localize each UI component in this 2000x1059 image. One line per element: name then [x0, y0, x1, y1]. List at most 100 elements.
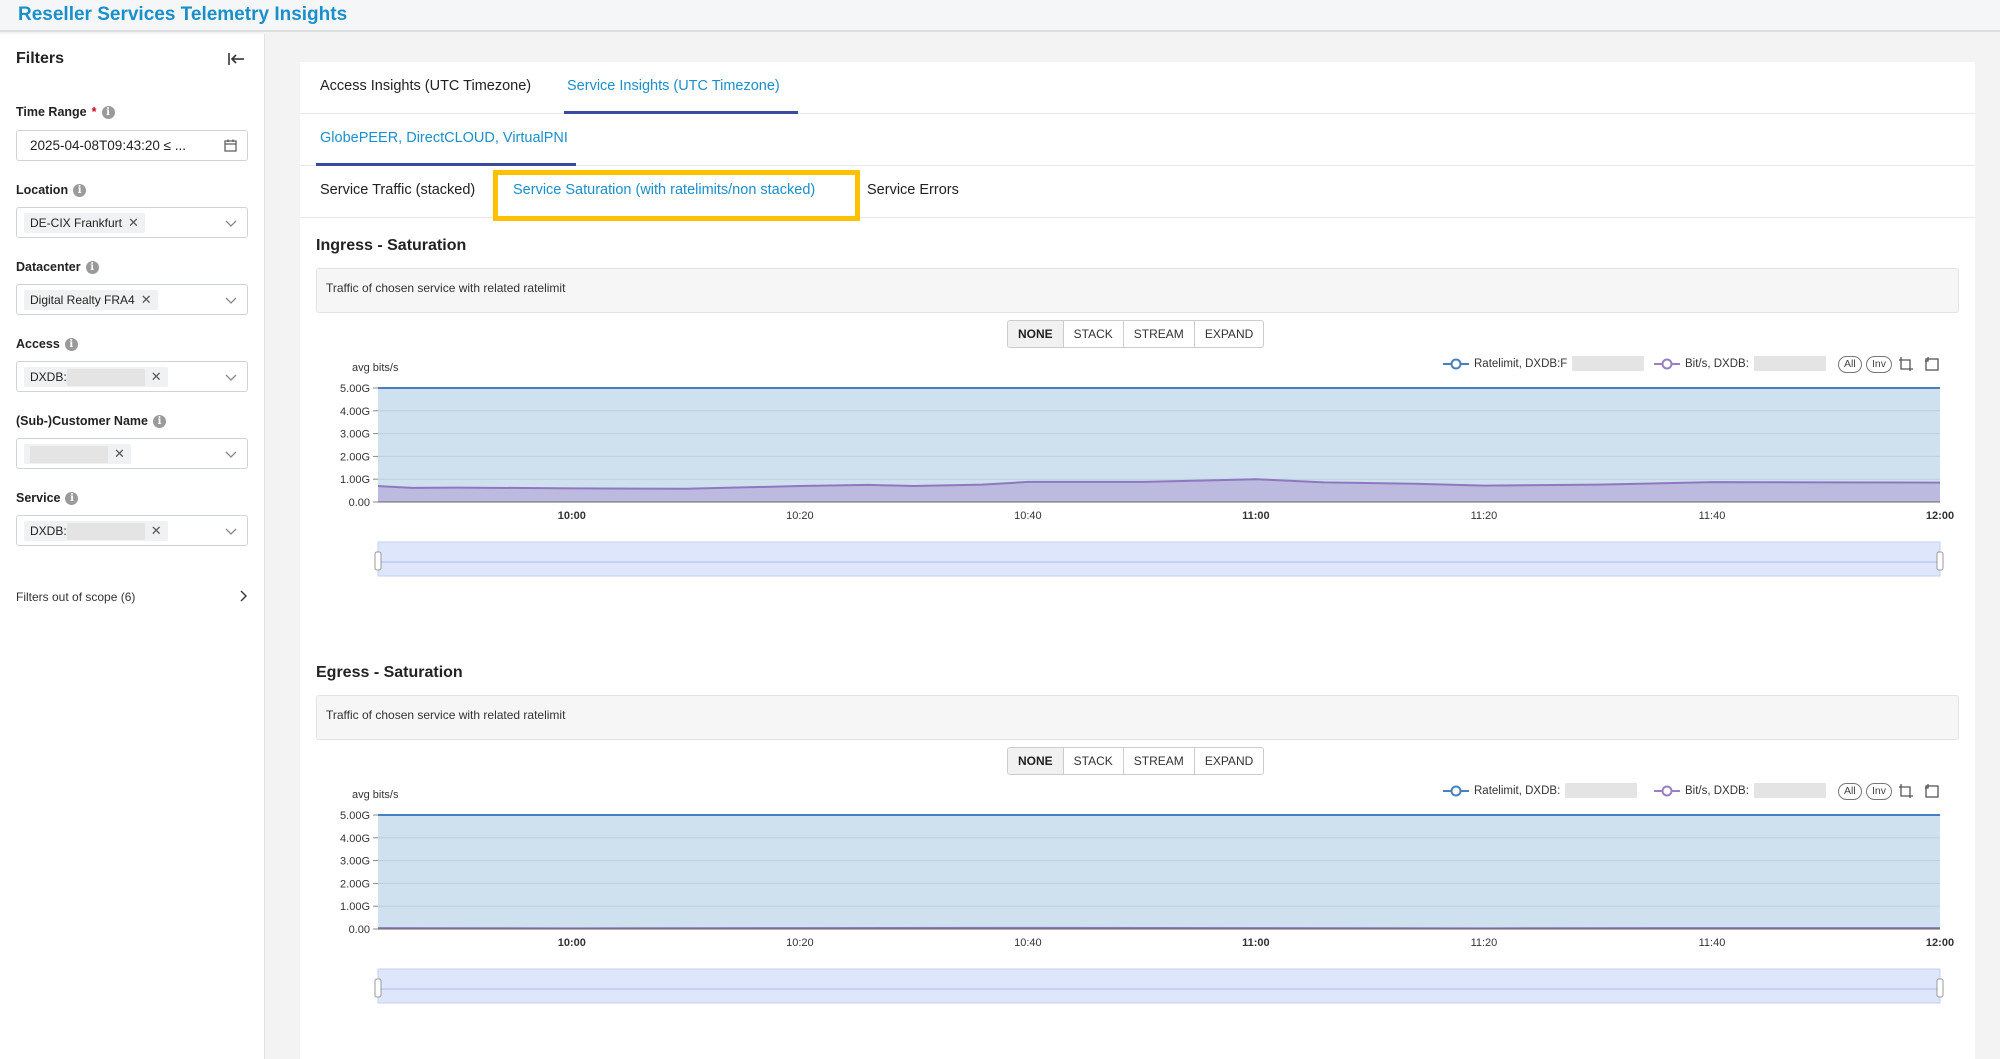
info-icon[interactable]: i [73, 183, 87, 197]
chevron-down-icon [225, 220, 237, 227]
service-label: Service i [16, 491, 79, 505]
tab-globepeer[interactable]: GlobePEER, DirectCLOUD, VirtualPNI [320, 130, 568, 146]
ingress-chart: avg bits/s 5.00G 4.00G 3.00G 2.00G 1.00G 0.00 1… [340, 362, 1954, 577]
access-label: Access i [16, 337, 78, 351]
x-tick-label: 10:20 [786, 510, 814, 522]
x-tick-label: 10:40 [1014, 937, 1042, 949]
mode-expand-button[interactable]: EXPAND [1195, 748, 1263, 774]
main-panel: Access Insights (UTC Timezone) Service I… [300, 62, 1975, 1059]
range-handle-left [374, 551, 382, 571]
access-select[interactable]: DXDB: ✕ [16, 361, 248, 392]
datacenter-tag: Digital Realty FRA4 ✕ [24, 290, 158, 310]
range-navigator [377, 968, 1941, 1004]
datacenter-select[interactable]: Digital Realty FRA4 ✕ [16, 284, 248, 315]
highlight-annotation [493, 170, 860, 221]
mode-stream-button[interactable]: STREAM [1124, 748, 1195, 774]
y-tick-label: 4.00G [340, 833, 370, 845]
egress-stack-mode: NONE STACK STREAM EXPAND [1007, 747, 1265, 775]
chevron-right-icon [240, 590, 247, 602]
remove-tag-icon[interactable]: ✕ [141, 292, 152, 308]
y-tick-label: 2.00G [340, 878, 370, 890]
egress-description: Traffic of chosen service with related r… [316, 695, 1959, 740]
time-range-field[interactable]: 2025-04-08T09:43:20 ≤ ... [16, 130, 248, 161]
plot-area: 5.00G 4.00G 3.00G 2.00G 1.00G 0.00 10:00 10:20 1… [340, 383, 1954, 577]
y-tick-label: 2.00G [340, 451, 370, 463]
ingress-title: Ingress - Saturation [316, 237, 467, 254]
egress-chart: avg bits/s 5.00G 4.00G 3.00G 2.00G 1.00G 0.00 1… [340, 789, 1954, 1004]
x-tick-label: 11:20 [1471, 510, 1498, 522]
x-tick-label: 11:20 [1471, 937, 1498, 949]
filters-sidebar: Filters Time Range * i 2025-04-08T09:43:2… [0, 34, 265, 1059]
mode-stream-button[interactable]: STREAM [1124, 321, 1195, 347]
ingress-description: Traffic of chosen service with related r… [316, 268, 1959, 313]
info-icon[interactable]: i [101, 105, 115, 119]
y-tick-label: 3.00G [340, 429, 370, 441]
egress-title: Egress - Saturation [316, 664, 463, 681]
access-tag: DXDB: ✕ [24, 367, 168, 387]
range-handle-right [1936, 551, 1944, 571]
info-icon[interactable]: i [65, 491, 79, 505]
customer-tag: ✕ [24, 444, 131, 464]
mode-stack-button[interactable]: STACK [1064, 748, 1124, 774]
range-handle-left [374, 978, 382, 998]
mode-expand-button[interactable]: EXPAND [1195, 321, 1263, 347]
x-tick-label: 10:40 [1014, 510, 1042, 522]
remove-tag-icon[interactable]: ✕ [114, 446, 125, 462]
range-navigator [377, 541, 1941, 577]
redacted-value [66, 522, 145, 540]
x-tick-label: 12:00 [1926, 510, 1954, 522]
y-axis-label: avg bits/s [352, 362, 399, 374]
y-tick-label: 0.00 [349, 497, 370, 509]
y-tick-label: 1.00G [340, 474, 370, 486]
info-icon[interactable]: i [152, 414, 166, 428]
tab-service-errors[interactable]: Service Errors [867, 182, 959, 198]
info-icon[interactable]: i [85, 260, 99, 274]
x-tick-label: 10:20 [786, 937, 814, 949]
filters-out-of-scope[interactable]: Filters out of scope (6) [16, 590, 248, 604]
service-select[interactable]: DXDB: ✕ [16, 515, 248, 546]
customer-select[interactable]: ✕ [16, 438, 248, 469]
remove-tag-icon[interactable]: ✕ [151, 523, 162, 539]
x-tick-label: 11:40 [1699, 937, 1726, 949]
x-tick-label: 11:40 [1699, 510, 1726, 522]
y-tick-label: 0.00 [349, 924, 370, 936]
info-icon[interactable]: i [64, 337, 78, 351]
location-tag: DE-CIX Frankfurt ✕ [24, 213, 145, 233]
service-tag: DXDB: ✕ [24, 521, 168, 541]
filters-title: Filters [16, 50, 65, 67]
collapse-sidebar-button[interactable] [224, 47, 248, 71]
x-tick-label: 10:00 [558, 510, 586, 522]
remove-tag-icon[interactable]: ✕ [128, 215, 139, 231]
plot-area: 5.00G 4.00G 3.00G 2.00G 1.00G 0.00 10:00 10:20 1… [340, 810, 1954, 1004]
x-tick-label: 10:00 [558, 937, 586, 949]
mode-none-button[interactable]: NONE [1008, 748, 1064, 774]
ingress-stack-mode: NONE STACK STREAM EXPAND [1007, 320, 1265, 348]
redacted-value [30, 445, 108, 463]
ratelimit-area [378, 815, 1940, 929]
y-axis-label: avg bits/s [352, 789, 399, 801]
y-tick-label: 4.00G [340, 406, 370, 418]
location-label: Location i [16, 183, 87, 197]
collapse-left-icon [228, 53, 244, 65]
app-title: Reseller Services Telemetry Insights [18, 4, 348, 25]
tab-service-insights[interactable]: Service Insights (UTC Timezone) [567, 78, 780, 94]
y-tick-label: 3.00G [340, 856, 370, 868]
customer-label: (Sub-)Customer Name i [16, 414, 166, 428]
calendar-icon [224, 139, 237, 152]
service-type-tabs: GlobePEER, DirectCLOUD, VirtualPNI [300, 114, 1975, 166]
tab-service-traffic[interactable]: Service Traffic (stacked) [320, 182, 475, 198]
tab-access-insights[interactable]: Access Insights (UTC Timezone) [320, 78, 531, 94]
remove-tag-icon[interactable]: ✕ [151, 369, 162, 385]
x-tick-label: 11:00 [1242, 937, 1270, 949]
range-handle-right [1936, 978, 1944, 998]
y-tick-label: 5.00G [340, 810, 370, 822]
mode-stack-button[interactable]: STACK [1064, 321, 1124, 347]
chevron-down-icon [225, 297, 237, 304]
location-select[interactable]: DE-CIX Frankfurt ✕ [16, 207, 248, 238]
chevron-down-icon [225, 374, 237, 381]
redacted-value [66, 368, 145, 386]
mode-none-button[interactable]: NONE [1008, 321, 1064, 347]
x-tick-label: 12:00 [1926, 937, 1954, 949]
top-bar: Reseller Services Telemetry Insights [0, 0, 2000, 32]
y-tick-label: 5.00G [340, 383, 370, 395]
